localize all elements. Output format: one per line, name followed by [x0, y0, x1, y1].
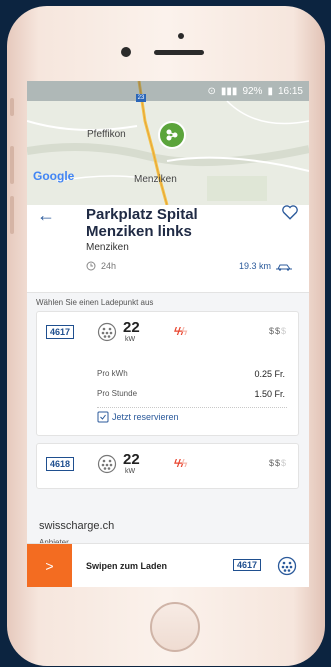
front-camera — [121, 47, 131, 57]
heart-icon[interactable] — [281, 203, 299, 221]
power-unit: kW — [125, 468, 136, 475]
price-per-hour-value: 1.50 Fr. — [254, 389, 285, 399]
price-per-kwh-row: Pro kWh 0.25 Fr. — [97, 369, 285, 379]
opening-hours: 24h — [86, 261, 116, 271]
home-button[interactable] — [150, 602, 200, 652]
price-level: $$$ — [269, 458, 287, 468]
hours-text: 24h — [101, 261, 117, 271]
app-screen: ⊙ ▮▮▮ 92% ▮ 16:15 23 Pfeffikon Menziken … — [27, 81, 309, 587]
price-level-inactive: $ — [280, 326, 287, 336]
reserve-button[interactable]: Jetzt reservieren — [97, 411, 179, 423]
plug-icon — [97, 454, 117, 474]
operator-name: swisscharge.ch — [39, 520, 115, 532]
swipe-to-charge-bar[interactable]: > Swipen zum Laden 4617 — [27, 543, 309, 587]
price-level: $$$ — [269, 326, 287, 336]
station-locality: Menziken — [86, 242, 129, 253]
google-attribution[interactable]: Google — [33, 169, 74, 183]
chargepoint-card[interactable]: 4617 22 kW ϟϟϟ $$$ Pro kWh 0.25 Fr. Pro … — [36, 311, 299, 436]
car-icon — [276, 264, 293, 271]
price-per-hour-label: Pro Stunde — [97, 389, 138, 398]
selected-chargepoint-id: 4617 — [233, 559, 262, 571]
price-per-hour-row: Pro Stunde 1.50 Fr. — [97, 389, 285, 399]
chargepoint-card[interactable]: 4618 22 kW ϟϟϟ $$$ — [36, 443, 299, 489]
charging-station-icon — [166, 129, 178, 141]
map-label-menziken: Menziken — [134, 174, 177, 185]
chargepoint-id: 4618 — [46, 457, 75, 471]
swipe-label: Swipen zum Laden — [86, 561, 168, 571]
volume-up-button — [10, 146, 14, 184]
reserve-icon — [97, 411, 109, 423]
swipe-handle[interactable]: > — [27, 544, 72, 587]
station-map-pin[interactable] — [158, 121, 186, 149]
station-name: Parkplatz Spital Menziken links — [86, 206, 198, 240]
bolt-icon: ϟϟϟ — [174, 458, 187, 470]
route-sign: 23 — [136, 94, 146, 102]
map-label-pfeffikon: Pfeffikon — [87, 129, 126, 140]
price-level-active: $$ — [268, 326, 281, 336]
distance-text: 19.3 km — [239, 261, 272, 271]
map-view[interactable]: ⊙ ▮▮▮ 92% ▮ 16:15 23 Pfeffikon Menziken … — [27, 81, 309, 205]
price-per-kwh-value: 0.25 Fr. — [254, 369, 285, 379]
mute-switch — [10, 98, 14, 116]
power-value: 22 — [123, 319, 140, 336]
chargepoint-heading: Wählen Sie einen Ladepunkt aus — [36, 298, 154, 307]
chevron-right-icon: > — [45, 558, 54, 574]
price-per-kwh-label: Pro kWh — [97, 369, 128, 378]
reserve-label: Jetzt reservieren — [112, 412, 179, 422]
chargepoint-id: 4617 — [46, 325, 75, 339]
distance: 19.3 km — [239, 261, 293, 271]
operator-section: swisscharge.ch Anbieter — [27, 505, 309, 547]
chargepoint-summary: 4617 22 kW ϟϟϟ $$$ — [37, 312, 298, 354]
price-level-active: $$ — [268, 458, 281, 468]
divider — [97, 407, 287, 408]
bolt-icon: ϟϟϟ — [174, 326, 187, 338]
earpiece-speaker — [154, 50, 204, 55]
back-arrow-icon[interactable]: ← — [37, 205, 55, 226]
battery-icon: ▮ — [267, 85, 273, 97]
front-sensor — [178, 33, 184, 39]
clock-icon — [86, 261, 96, 271]
power-value: 22 — [123, 451, 140, 468]
price-level-inactive: $ — [280, 458, 287, 468]
clock-time: 16:15 — [277, 85, 303, 97]
battery-level: 92% — [242, 85, 263, 97]
plug-icon — [277, 556, 297, 576]
status-bar: ⊙ ▮▮▮ 92% ▮ 16:15 — [27, 81, 309, 101]
volume-down-button — [10, 196, 14, 234]
location-icon: ⊙ — [207, 85, 216, 97]
station-header: ← Parkplatz Spital Menziken links Menzik… — [27, 205, 309, 293]
power-unit: kW — [125, 336, 136, 343]
signal-icon: ▮▮▮ — [220, 85, 238, 97]
plug-icon — [97, 322, 117, 342]
